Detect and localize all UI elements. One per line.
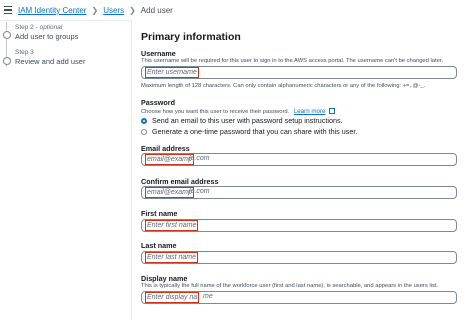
email-placeholder-boxed: email@examp <box>145 154 194 165</box>
last-name-placeholder: Enter last name <box>145 252 199 263</box>
display-name-placeholder-boxed: Enter display na <box>145 292 200 303</box>
password-option-one-time[interactable]: Generate a one-time password that you ca… <box>141 127 357 136</box>
step-2-name: Add user to groups <box>15 32 79 41</box>
password-option-one-time-label: Generate a one-time password that you ca… <box>152 127 358 136</box>
username-placeholder: Enter username <box>145 67 199 78</box>
chevron-right-icon: ❯ <box>91 5 99 15</box>
step-3-name: Review and add user <box>15 57 86 66</box>
username-label: Username <box>141 49 176 58</box>
password-option-email-label: Send an email to this user with password… <box>152 116 343 125</box>
confirm-email-placeholder-boxed: email@examp <box>145 187 194 198</box>
display-name-description: This is typically the full name of the w… <box>141 283 439 289</box>
display-name-input[interactable]: Enter display na me <box>141 291 457 304</box>
display-name-placeholder-rest: me <box>203 293 213 300</box>
username-input[interactable]: Enter username <box>141 66 457 79</box>
confirm-email-input[interactable]: email@examp le.com <box>141 186 457 199</box>
top-bar: IAM Identity Center ❯ Users ❯ Add user <box>0 0 474 21</box>
learn-more-link[interactable]: Learn more <box>294 108 326 115</box>
first-name-label: First name <box>141 209 178 218</box>
email-label: Email address <box>141 144 190 153</box>
password-label: Password <box>141 98 175 107</box>
username-hint: Maximum length of 128 characters. Can on… <box>141 83 426 89</box>
first-name-placeholder: Enter first name <box>145 220 199 231</box>
radio-unselected-icon[interactable] <box>141 128 147 135</box>
external-link-icon <box>329 108 336 114</box>
step-3[interactable]: Step 3 Review and add user <box>0 49 85 66</box>
menu-icon[interactable] <box>4 6 18 14</box>
first-name-input[interactable]: Enter first name <box>141 219 457 232</box>
username-description: This username will be required for this … <box>141 58 444 64</box>
last-name-input[interactable]: Enter last name <box>141 251 457 264</box>
email-placeholder-rest: le.com <box>189 155 210 162</box>
step-2-label: Step 2 - optional <box>15 24 63 31</box>
last-name-label: Last name <box>141 241 177 250</box>
display-name-label: Display name <box>141 274 188 283</box>
chevron-right-icon: ❯ <box>129 5 136 15</box>
password-option-email[interactable]: Send an email to this user with password… <box>141 116 343 125</box>
confirm-email-label: Confirm email address <box>141 177 219 186</box>
radio-selected-icon[interactable] <box>141 117 147 124</box>
breadcrumb-users[interactable]: Users <box>103 6 124 15</box>
email-input[interactable]: email@examp le.com <box>141 153 457 166</box>
breadcrumb-add-user: Add user <box>140 5 173 15</box>
step-3-label: Step 3 <box>15 49 34 56</box>
confirm-email-placeholder-rest: le.com <box>189 188 210 195</box>
step-2[interactable]: Step 2 - optional Add user to groups <box>0 24 78 41</box>
breadcrumb-iam-identity-center[interactable]: IAM Identity Center <box>18 6 86 15</box>
password-description: Choose how you want this user to receive… <box>141 107 336 115</box>
panel-title: Primary information <box>141 31 241 43</box>
primary-information-panel: Primary information Username This userna… <box>131 20 474 320</box>
